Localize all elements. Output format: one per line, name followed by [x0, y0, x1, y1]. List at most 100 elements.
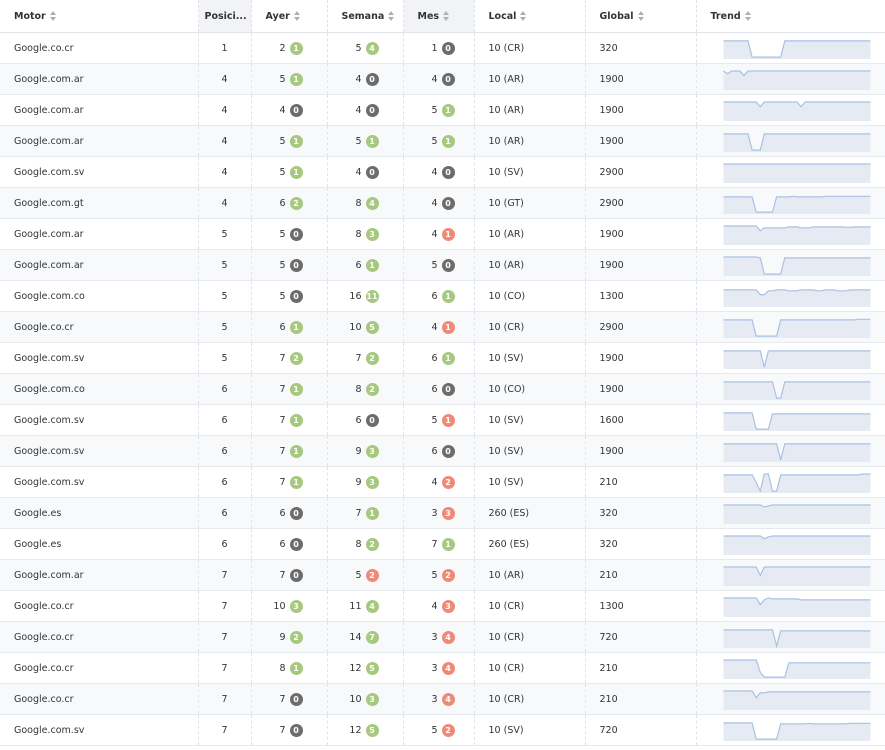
- motor-cell: Google.co.cr: [0, 683, 199, 715]
- local-cell: 10 (CR): [474, 32, 586, 64]
- local-cell: 10 (AR): [474, 559, 586, 591]
- posicion-value: 4: [221, 197, 228, 209]
- local-value: 10 (AR): [488, 73, 525, 85]
- trend-sparkline: [722, 69, 870, 90]
- local-cell: 260 (ES): [474, 497, 586, 529]
- trend-sparkline: [723, 442, 870, 462]
- motor-cell: Google.com.ar: [0, 218, 199, 250]
- global-value: 1300: [599, 600, 624, 612]
- semana-change-badge: 0: [365, 103, 379, 117]
- posicion-cell: 7: [198, 559, 252, 591]
- column-header-global[interactable]: Global: [585, 0, 697, 33]
- semana-change-badge: 4: [365, 196, 379, 210]
- semana-cell: 52: [327, 559, 404, 591]
- posicion-value: 7: [221, 631, 228, 643]
- global-cell: 320: [585, 497, 697, 529]
- global-value: 1900: [599, 383, 624, 395]
- ayer-cell: 61: [251, 311, 328, 343]
- trend-cell: [696, 714, 885, 746]
- mes-cell: 60: [403, 373, 475, 405]
- ayer-value: 2: [279, 42, 286, 54]
- ayer-value: 6: [279, 321, 286, 333]
- semana-cell: 93: [327, 466, 404, 498]
- local-value: 10 (AR): [488, 259, 525, 271]
- local-value: 10 (CR): [488, 321, 525, 333]
- ayer-cell: 62: [251, 187, 328, 219]
- local-cell: 10 (AR): [474, 63, 586, 95]
- rankings-table: Motor Posici... Ayer Semana Mes Local Gl…: [0, 0, 885, 746]
- semana-cell: 61: [327, 249, 404, 281]
- global-cell: 1900: [585, 218, 697, 250]
- ayer-cell: 70: [251, 714, 328, 746]
- mes-value: 4: [431, 476, 438, 488]
- global-value: 1300: [599, 290, 624, 302]
- ayer-cell: 71: [251, 435, 328, 467]
- mes-change-badge: 1: [441, 103, 455, 117]
- table-row: Google.co.cr 1 2 1 5 4 1 0 10 (CR) 320: [0, 32, 885, 64]
- trend-area: [723, 535, 870, 555]
- local-value: 10 (AR): [488, 135, 525, 147]
- sort-icon: [388, 11, 395, 21]
- motor-name: Google.com.sv: [14, 414, 85, 426]
- ayer-value: 5: [279, 259, 286, 271]
- trend-cell: [696, 404, 885, 436]
- semana-change-badge: 0: [365, 165, 379, 179]
- ayer-cell: 21: [251, 32, 328, 64]
- column-header-motor[interactable]: Motor: [0, 0, 199, 33]
- ayer-value: 7: [279, 445, 286, 457]
- trend-cell: [696, 342, 885, 374]
- ayer-cell: 92: [251, 621, 328, 653]
- trend-cell: [696, 528, 885, 560]
- mes-value: 6: [431, 445, 438, 457]
- trend-sparkline: [723, 534, 870, 555]
- global-value: 320: [599, 538, 618, 550]
- trend-cell: [696, 559, 885, 591]
- trend-sparkline: [723, 255, 870, 276]
- global-cell: 210: [585, 466, 697, 498]
- column-header-local[interactable]: Local: [474, 0, 586, 33]
- table-row: Google.com.co 5 5 0 16 11 6 1 10 (CO) 1300: [0, 280, 885, 312]
- motor-name: Google.com.co: [14, 290, 85, 302]
- global-cell: 2900: [585, 311, 697, 343]
- posicion-value: 7: [221, 724, 228, 736]
- trend-sparkline: [723, 39, 870, 59]
- posicion-value: 5: [221, 259, 228, 271]
- ayer-change-badge: 0: [289, 103, 303, 117]
- posicion-value: 5: [221, 321, 228, 333]
- posicion-cell: 4: [198, 94, 252, 126]
- header-row: Motor Posici... Ayer Semana Mes Local Gl…: [0, 0, 885, 33]
- mes-cell: 41: [403, 311, 475, 343]
- motor-name: Google.co.cr: [14, 662, 74, 674]
- mes-value: 5: [431, 135, 438, 147]
- ayer-cell: 50: [251, 218, 328, 250]
- ayer-value: 5: [279, 73, 286, 85]
- column-header-trend[interactable]: Trend: [696, 0, 885, 33]
- trend-area: [723, 597, 870, 617]
- trend-area: [723, 195, 870, 214]
- semana-cell: 12 5: [327, 714, 404, 746]
- column-header-ayer[interactable]: Ayer: [251, 0, 328, 33]
- column-header-mes[interactable]: Mes: [403, 0, 475, 33]
- local-value: 10 (CO): [488, 383, 526, 395]
- semana-value: 12: [349, 724, 362, 736]
- column-header-semana[interactable]: Semana: [327, 0, 404, 33]
- motor-name: Google.co.cr: [14, 321, 74, 333]
- ayer-value: 7: [279, 476, 286, 488]
- trend-area: [723, 690, 870, 710]
- motor-name: Google.co.cr: [14, 693, 74, 705]
- ayer-cell: 71: [251, 466, 328, 498]
- semana-cell: 82: [327, 528, 404, 560]
- trend-area: [723, 163, 870, 183]
- local-value: 10 (CR): [488, 693, 525, 705]
- column-header-posicion[interactable]: Posici...: [198, 0, 252, 33]
- semana-value: 9: [355, 445, 362, 457]
- motor-cell: Google.com.sv: [0, 714, 199, 746]
- local-value: 260 (ES): [488, 538, 530, 550]
- motor-name: Google.com.sv: [14, 476, 85, 488]
- local-cell: 260 (ES): [474, 528, 586, 560]
- motor-cell: Google.co.cr: [0, 621, 199, 653]
- global-cell: 320: [585, 528, 697, 560]
- semana-change-badge: 11: [365, 289, 379, 303]
- table-row: Google.com.ar 5 5 0 6 1 5 0 10 (AR) 1900: [0, 249, 885, 281]
- trend-cell: [696, 218, 885, 250]
